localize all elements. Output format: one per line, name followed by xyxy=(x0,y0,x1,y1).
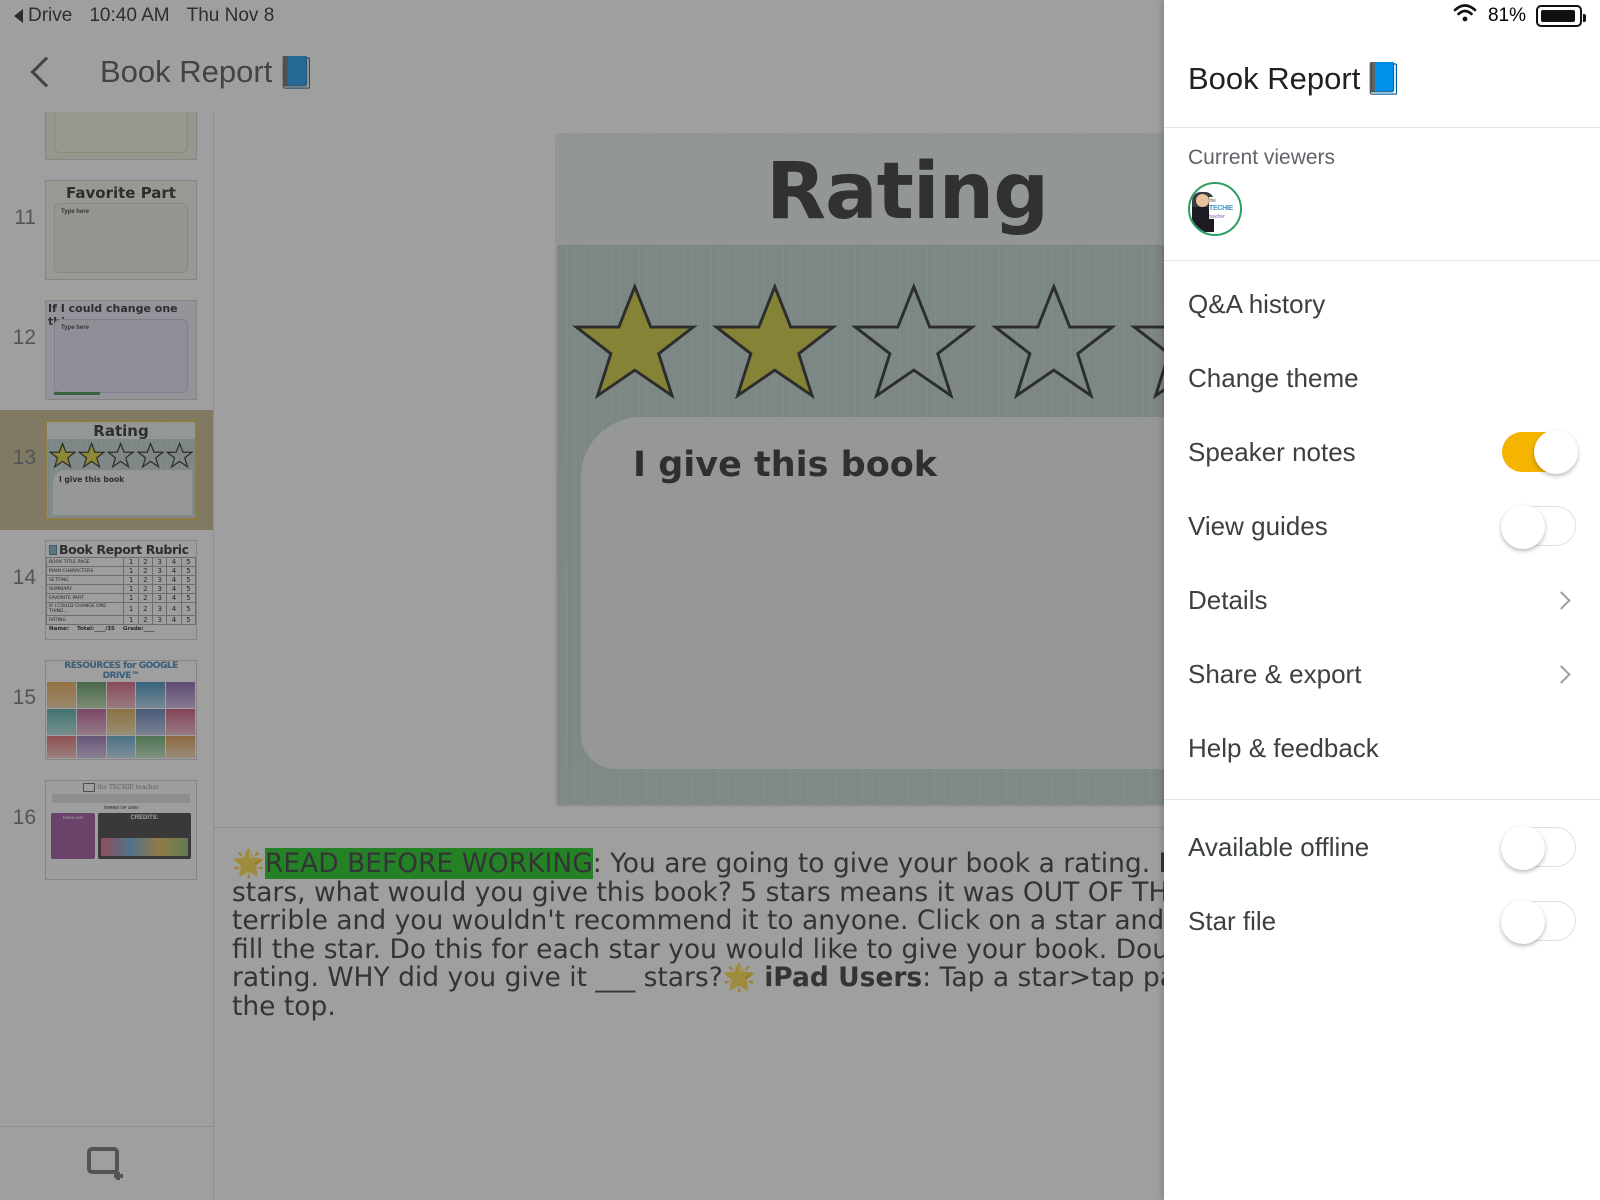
current-viewers-label: Current viewers xyxy=(1188,146,1336,169)
menu-label: Details xyxy=(1188,584,1268,615)
star-file-toggle[interactable] xyxy=(1501,900,1576,944)
menu-item-speaker-notes[interactable]: Speaker notes xyxy=(1164,415,1600,489)
panel-status-bar: 81% xyxy=(1164,0,1600,32)
toggle-knob xyxy=(1534,430,1578,474)
menu-label: View guides xyxy=(1188,510,1328,541)
menu-label: Speaker notes xyxy=(1188,436,1356,467)
panel-menu: Q&A history Change theme Speaker notes V… xyxy=(1164,261,1600,958)
menu-item-change-theme[interactable]: Change theme xyxy=(1164,341,1600,415)
avatar-face xyxy=(1196,194,1209,207)
menu-item-help-feedback[interactable]: Help & feedback xyxy=(1164,711,1600,785)
menu-label: Share & export xyxy=(1188,658,1362,689)
toggle-knob xyxy=(1501,900,1545,944)
document-options-panel: 81% Book Report 📘 Current viewers the TE… xyxy=(1164,0,1600,1200)
menu-label: Q&A history xyxy=(1188,288,1326,319)
book-emoji-icon: 📘 xyxy=(1364,61,1403,96)
menu-label: Help & feedback xyxy=(1188,732,1379,763)
menu-item-view-guides[interactable]: View guides xyxy=(1164,489,1600,563)
current-viewers-section: Current viewers the TECHIE teacher xyxy=(1164,128,1600,261)
menu-item-available-offline[interactable]: Available offline xyxy=(1164,810,1600,884)
chevron-right-icon xyxy=(1552,664,1571,684)
avatar-logo-bottom: teacher xyxy=(1209,214,1225,220)
panel-title: Book Report 📘 xyxy=(1164,32,1600,128)
menu-divider xyxy=(1164,799,1600,800)
view-guides-toggle[interactable] xyxy=(1501,505,1576,549)
menu-item-details[interactable]: Details xyxy=(1164,563,1600,637)
speaker-notes-toggle[interactable] xyxy=(1502,430,1578,474)
chevron-right-icon xyxy=(1552,590,1571,610)
menu-label: Available offline xyxy=(1188,831,1370,862)
menu-label: Change theme xyxy=(1188,362,1359,393)
wifi-icon xyxy=(1452,3,1478,29)
menu-item-share-export[interactable]: Share & export xyxy=(1164,637,1600,711)
menu-label: Star file xyxy=(1188,905,1277,936)
menu-item-qa-history[interactable]: Q&A history xyxy=(1164,267,1600,341)
available-offline-toggle[interactable] xyxy=(1501,826,1576,870)
menu-item-star-file[interactable]: Star file xyxy=(1164,884,1600,958)
avatar-logo: the TECHIE teacher xyxy=(1209,197,1237,220)
toggle-knob xyxy=(1501,826,1545,870)
avatar[interactable]: the TECHIE teacher xyxy=(1188,182,1242,236)
battery-icon xyxy=(1536,5,1586,27)
toggle-knob xyxy=(1501,505,1545,549)
avatar-logo-top: the xyxy=(1209,198,1216,204)
battery-percent-label: 81% xyxy=(1487,5,1526,26)
modal-scrim[interactable] xyxy=(0,0,1164,1200)
avatar-logo-main: TECHIE xyxy=(1209,205,1237,213)
panel-title-text: Book Report xyxy=(1188,60,1361,96)
